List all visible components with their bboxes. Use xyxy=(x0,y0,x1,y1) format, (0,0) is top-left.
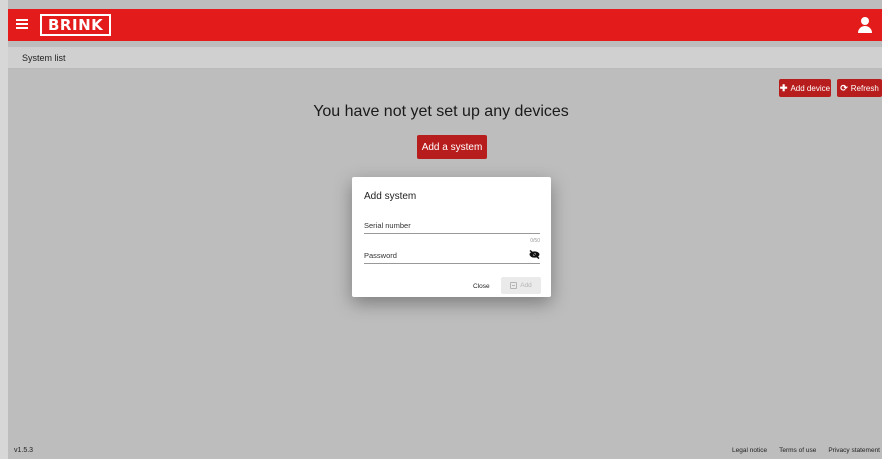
footer-links: Legal notice Terms of use Privacy statem… xyxy=(732,447,880,454)
add-device-button[interactable]: ✚ Add device xyxy=(779,79,831,97)
save-icon xyxy=(510,282,518,289)
hamburger-icon[interactable] xyxy=(14,17,30,33)
breadcrumb: System list xyxy=(8,47,882,69)
empty-state-title: You have not yet set up any devices xyxy=(313,103,569,120)
user-icon[interactable] xyxy=(858,17,872,33)
refresh-label: Refresh xyxy=(850,83,879,93)
add-system-button[interactable]: Add a system xyxy=(417,135,487,159)
password-label: Password xyxy=(364,251,397,260)
add-button-label: Add xyxy=(520,282,532,289)
refresh-icon: ⟳ xyxy=(840,82,848,93)
terms-of-use-link[interactable]: Terms of use xyxy=(779,447,816,454)
serial-number-label: Serial number xyxy=(364,221,411,230)
add-system-dialog: Add system Serial number 0/50 Password C… xyxy=(352,177,551,297)
plus-icon: ✚ xyxy=(779,82,788,93)
legal-notice-link[interactable]: Legal notice xyxy=(732,447,767,454)
refresh-button[interactable]: ⟳ Refresh xyxy=(837,79,882,97)
app-version: v1.5.3 xyxy=(14,447,34,454)
close-button[interactable]: Close xyxy=(473,283,490,290)
breadcrumb-current: System list xyxy=(22,53,66,63)
brink-logo[interactable]: BRINK xyxy=(40,14,112,36)
eye-slash-icon[interactable] xyxy=(529,250,540,259)
add-button[interactable]: Add xyxy=(501,277,541,294)
add-device-label: Add device xyxy=(790,83,831,93)
serial-number-field[interactable]: Serial number xyxy=(364,220,540,234)
password-field[interactable]: Password xyxy=(364,250,540,264)
serial-counter: 0/50 xyxy=(530,238,540,244)
privacy-statement-link[interactable]: Privacy statement xyxy=(828,447,880,454)
dialog-title: Add system xyxy=(364,191,417,202)
top-bar: BRINK xyxy=(8,9,882,41)
